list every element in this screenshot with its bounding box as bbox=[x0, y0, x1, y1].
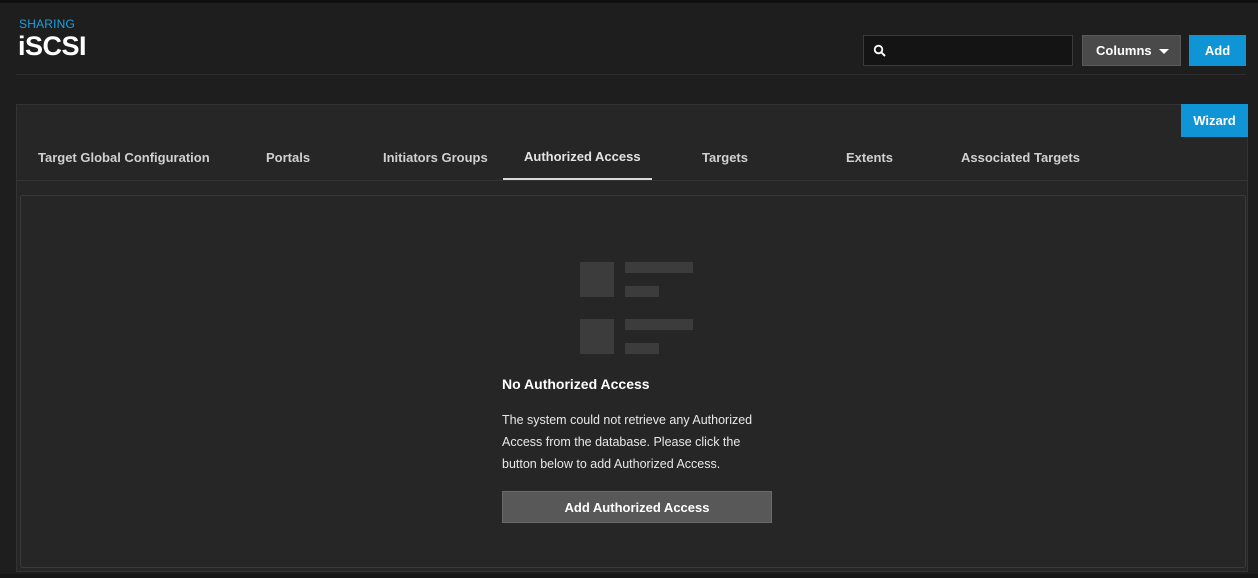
wizard-button[interactable]: Wizard bbox=[1181, 104, 1248, 137]
tab-initiators-groups[interactable]: Initiators Groups bbox=[383, 150, 488, 166]
chevron-down-icon bbox=[1159, 49, 1169, 54]
tab-authorized-access[interactable]: Authorized Access bbox=[524, 149, 641, 165]
tab-targets[interactable]: Targets bbox=[702, 150, 748, 166]
tabs-divider bbox=[17, 180, 1247, 181]
search-icon bbox=[873, 44, 886, 57]
tab-extents[interactable]: Extents bbox=[846, 150, 893, 166]
page-title: iSCSI bbox=[18, 31, 87, 61]
empty-list-icon bbox=[580, 262, 693, 354]
add-button[interactable]: Add bbox=[1189, 35, 1246, 66]
search-box[interactable] bbox=[863, 35, 1073, 66]
columns-button[interactable]: Columns bbox=[1082, 35, 1181, 66]
tab-portals[interactable]: Portals bbox=[266, 150, 310, 166]
add-authorized-access-button[interactable]: Add Authorized Access bbox=[502, 491, 772, 523]
page-header: SHARING iSCSI Columns Add bbox=[0, 0, 1258, 80]
columns-button-label: Columns bbox=[1096, 43, 1152, 58]
empty-state-message: The system could not retrieve any Author… bbox=[502, 413, 753, 471]
search-input[interactable] bbox=[894, 40, 1068, 63]
empty-state-title: No Authorized Access bbox=[502, 376, 650, 392]
tab-associated-targets[interactable]: Associated Targets bbox=[961, 150, 1080, 166]
page-bottom-edge bbox=[0, 574, 1258, 578]
tab-target-global-configuration[interactable]: Target Global Configuration bbox=[38, 150, 210, 166]
header-divider bbox=[16, 74, 1246, 75]
breadcrumb[interactable]: SHARING bbox=[19, 17, 75, 31]
